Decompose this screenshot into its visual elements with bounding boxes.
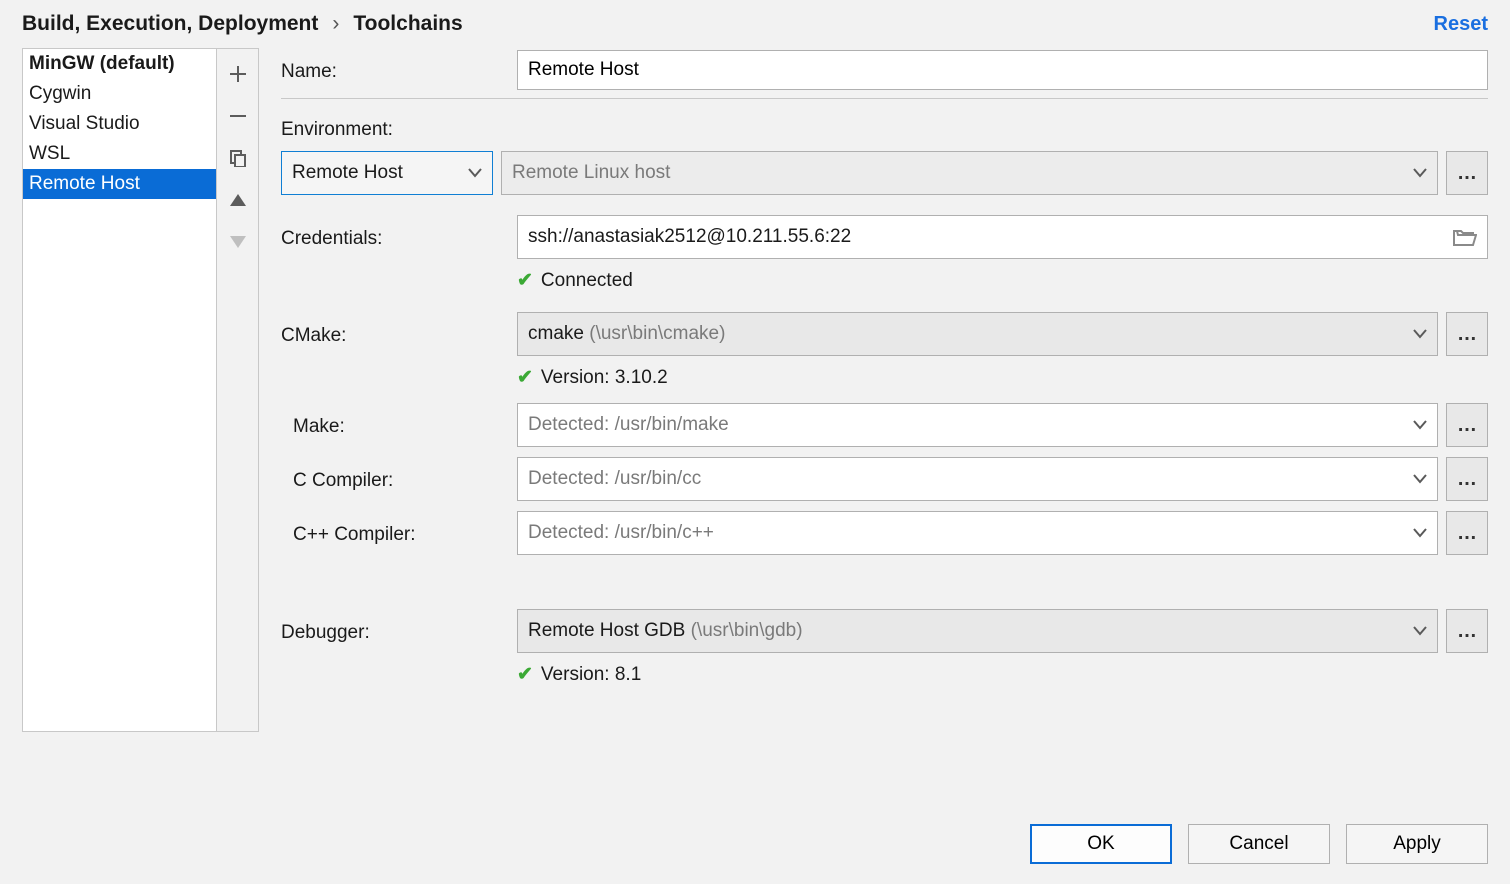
make-browse-button[interactable]: … xyxy=(1446,403,1488,447)
copy-icon xyxy=(229,149,247,167)
debugger-name: Remote Host GDB xyxy=(528,620,685,641)
toolchain-item-remote-host[interactable]: Remote Host xyxy=(23,169,216,199)
host-placeholder: Remote Linux host xyxy=(512,162,670,184)
cmake-version-status: ✔ Version: 3.10.2 xyxy=(517,360,668,389)
chevron-down-icon xyxy=(1413,626,1427,636)
ellipsis-icon: … xyxy=(1457,162,1477,185)
ellipsis-icon: … xyxy=(1457,468,1477,491)
host-browse-button[interactable]: … xyxy=(1446,151,1488,195)
credentials-value: ssh://anastasiak2512@10.211.55.6:22 xyxy=(528,226,851,248)
cancel-button[interactable]: Cancel xyxy=(1188,824,1330,864)
add-toolchain-button[interactable] xyxy=(222,53,254,95)
cpp-compiler-select[interactable]: Detected: /usr/bin/c++ xyxy=(517,511,1438,555)
check-icon: ✔ xyxy=(517,663,533,686)
ellipsis-icon: … xyxy=(1457,414,1477,437)
debugger-browse-button[interactable]: … xyxy=(1446,609,1488,653)
ellipsis-icon: … xyxy=(1457,620,1477,643)
chevron-down-icon xyxy=(468,168,482,178)
make-placeholder: Detected: /usr/bin/make xyxy=(528,414,729,436)
debugger-version-status: ✔ Version: 8.1 xyxy=(517,657,641,686)
debugger-label: Debugger: xyxy=(281,618,517,644)
make-label: Make: xyxy=(281,412,517,438)
cpp-compiler-placeholder: Detected: /usr/bin/c++ xyxy=(528,522,714,544)
plus-icon xyxy=(229,65,247,83)
toolchain-item-wsl[interactable]: WSL xyxy=(23,139,216,169)
cmake-select[interactable]: cmake (\usr\bin\cmake) xyxy=(517,312,1438,356)
debugger-path: (\usr\bin\gdb) xyxy=(691,620,803,641)
move-down-button[interactable] xyxy=(222,221,254,263)
remove-toolchain-button[interactable] xyxy=(222,95,254,137)
toolchain-item-cygwin[interactable]: Cygwin xyxy=(23,79,216,109)
folder-open-icon[interactable] xyxy=(1453,228,1477,246)
chevron-down-icon xyxy=(1413,168,1427,178)
toolchains-side-buttons xyxy=(217,48,259,732)
c-compiler-placeholder: Detected: /usr/bin/cc xyxy=(528,468,701,490)
c-compiler-select[interactable]: Detected: /usr/bin/cc xyxy=(517,457,1438,501)
cmake-label: CMake: xyxy=(281,321,517,347)
cmake-path: (\usr\bin\cmake) xyxy=(589,323,725,344)
apply-button[interactable]: Apply xyxy=(1346,824,1488,864)
dialog-buttons: OK Cancel Apply xyxy=(1030,824,1488,864)
reset-link[interactable]: Reset xyxy=(1434,13,1488,36)
cpp-compiler-browse-button[interactable]: … xyxy=(1446,511,1488,555)
breadcrumb: Build, Execution, Deployment › Toolchain… xyxy=(22,12,463,36)
c-compiler-browse-button[interactable]: … xyxy=(1446,457,1488,501)
c-compiler-label: C Compiler: xyxy=(281,466,517,492)
chevron-down-icon xyxy=(1413,329,1427,339)
environment-value: Remote Host xyxy=(292,162,403,184)
triangle-up-icon xyxy=(230,194,246,206)
chevron-down-icon xyxy=(1413,474,1427,484)
credentials-label: Credentials: xyxy=(281,224,517,250)
make-select[interactable]: Detected: /usr/bin/make xyxy=(517,403,1438,447)
toolchain-item-visual-studio[interactable]: Visual Studio xyxy=(23,109,216,139)
breadcrumb-current: Toolchains xyxy=(353,12,462,36)
divider xyxy=(281,98,1488,99)
chevron-right-icon: › xyxy=(332,12,339,36)
toolchains-panel: MinGW (default) Cygwin Visual Studio WSL… xyxy=(22,48,259,732)
ellipsis-icon: … xyxy=(1457,323,1477,346)
cmake-name: cmake xyxy=(528,323,584,344)
cmake-browse-button[interactable]: … xyxy=(1446,312,1488,356)
copy-toolchain-button[interactable] xyxy=(222,137,254,179)
debugger-select[interactable]: Remote Host GDB (\usr\bin\gdb) xyxy=(517,609,1438,653)
chevron-down-icon xyxy=(1413,420,1427,430)
check-icon: ✔ xyxy=(517,269,533,292)
triangle-down-icon xyxy=(230,236,246,248)
environment-label: Environment: xyxy=(281,115,517,141)
breadcrumb-parent[interactable]: Build, Execution, Deployment xyxy=(22,12,318,36)
toolchain-item-mingw[interactable]: MinGW (default) xyxy=(23,49,216,79)
toolchains-list[interactable]: MinGW (default) Cygwin Visual Studio WSL… xyxy=(22,48,217,732)
cpp-compiler-label: C++ Compiler: xyxy=(281,520,517,546)
credentials-field[interactable]: ssh://anastasiak2512@10.211.55.6:22 xyxy=(517,215,1488,259)
name-input[interactable] xyxy=(517,50,1488,90)
connected-status: ✔ Connected xyxy=(517,263,633,292)
toolchain-form: Name: Environment: Remote Host Remote Li… xyxy=(281,48,1488,732)
chevron-down-icon xyxy=(1413,528,1427,538)
name-label: Name: xyxy=(281,57,517,83)
move-up-button[interactable] xyxy=(222,179,254,221)
host-select[interactable]: Remote Linux host xyxy=(501,151,1438,195)
minus-icon xyxy=(229,107,247,125)
check-icon: ✔ xyxy=(517,366,533,389)
ok-button[interactable]: OK xyxy=(1030,824,1172,864)
ellipsis-icon: … xyxy=(1457,522,1477,545)
environment-select[interactable]: Remote Host xyxy=(281,151,493,195)
